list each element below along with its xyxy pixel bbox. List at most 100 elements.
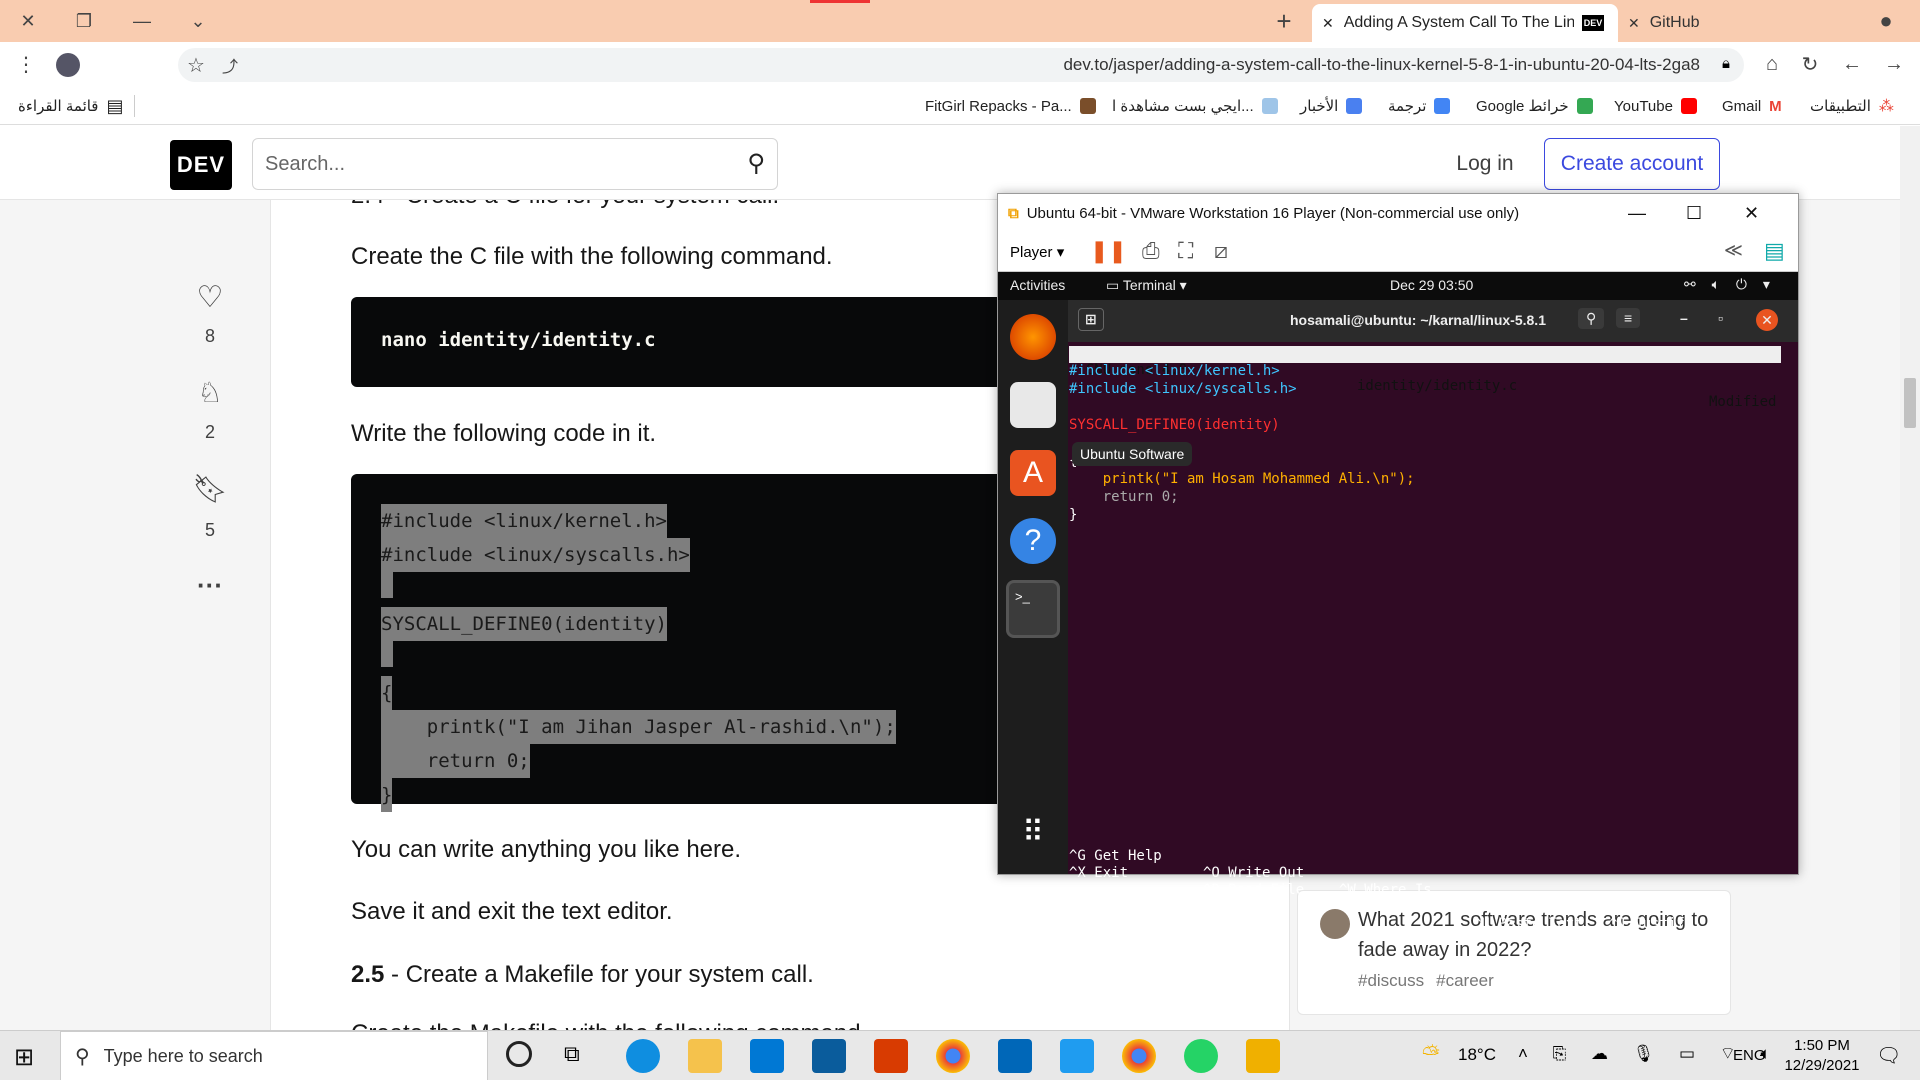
store-icon[interactable]: [998, 1039, 1032, 1073]
vmware-taskbar-icon[interactable]: [1246, 1039, 1280, 1073]
login-button[interactable]: Log in: [1440, 138, 1530, 190]
url-text[interactable]: dev.to/jasper/adding-a-system-call-to-th…: [1063, 55, 1700, 75]
bookmark-icon[interactable]: 🔖︎: [180, 472, 240, 505]
tab-adding-system-call[interactable]: ✕ Adding A System Call To The Lin DEV: [1312, 4, 1618, 42]
office-icon[interactable]: [874, 1039, 908, 1073]
chrome-icon[interactable]: [936, 1039, 970, 1073]
notifications-icon[interactable]: 🗨︎: [1876, 1043, 1901, 1068]
close-tab-icon[interactable]: ✕: [1322, 15, 1334, 32]
nano-line: SYSCALL_DEFINE0(identity): [1069, 417, 1280, 433]
close-tab-icon[interactable]: ✕: [1628, 15, 1640, 32]
reading-list-button[interactable]: قائمة القراءة ▤: [18, 87, 124, 125]
hamburger-menu-icon[interactable]: ≡: [1616, 308, 1641, 328]
bookmark-maps[interactable]: Google خرائط: [1476, 87, 1593, 125]
taskbar-search-input[interactable]: ⚲ Type here to search: [60, 1031, 488, 1080]
show-apps-grid-icon[interactable]: ⠿: [1010, 810, 1056, 856]
nano-editor[interactable]: GNU nano 4.8 identity/identity.c Modifie…: [1068, 342, 1798, 949]
dell-icon[interactable]: [812, 1039, 846, 1073]
unity-icon[interactable]: ⧄: [1214, 238, 1228, 264]
windows-start-icon[interactable]: ⊞: [14, 1043, 34, 1072]
paragraph-4: Save it and exit the text editor.: [351, 898, 673, 925]
more-options-icon[interactable]: ···: [180, 570, 240, 601]
taskbar-time[interactable]: 1:50 PM: [1782, 1037, 1862, 1054]
pause-icon[interactable]: ❚❚: [1090, 238, 1127, 264]
vmware-title-bar: ⧉ Ubuntu 64-bit - VMware Workstation 16 …: [998, 194, 1798, 232]
reload-icon[interactable]: ↻: [1792, 42, 1828, 87]
lock-icon[interactable]: 🔒︎: [1722, 55, 1730, 72]
whatsapp-icon[interactable]: [1184, 1039, 1218, 1073]
language-indicator[interactable]: ENG: [1733, 1047, 1766, 1064]
search-placeholder: Search...: [265, 152, 346, 175]
taskbar-date[interactable]: 12/29/2021: [1776, 1057, 1868, 1074]
activities-button[interactable]: Activities: [1010, 277, 1065, 293]
mail-icon[interactable]: [750, 1039, 784, 1073]
search-input[interactable]: Search... ⚲: [252, 138, 778, 190]
fullscreen-icon[interactable]: ⛶: [1178, 238, 1193, 264]
page-scrollbar[interactable]: [1900, 126, 1920, 1030]
help-icon[interactable]: ?: [1010, 518, 1056, 564]
bookmark-apps[interactable]: التطبيقات ⁂: [1810, 87, 1894, 125]
file-explorer-icon[interactable]: [688, 1039, 722, 1073]
search-icon[interactable]: ⚲: [747, 149, 765, 178]
bookmark-youtube[interactable]: YouTube: [1614, 87, 1697, 125]
new-tab-icon[interactable]: +: [1256, 0, 1312, 42]
profile-avatar[interactable]: [50, 42, 86, 87]
minimize-icon[interactable]: —: [1628, 203, 1646, 224]
dev-logo[interactable]: DEV: [170, 140, 232, 190]
maps-icon: [1576, 98, 1593, 114]
tab-github[interactable]: ✕ GitHub: [1618, 4, 1778, 42]
new-tab-icon[interactable]: ⊞: [1078, 308, 1104, 331]
bookmark-fitgirl[interactable]: FitGirl Repacks - Pa...: [925, 87, 1096, 125]
ubuntu-software-icon[interactable]: A: [1010, 450, 1056, 496]
minimize-window-icon[interactable]: —: [114, 0, 170, 42]
minimize-icon[interactable]: –: [1680, 310, 1688, 326]
firefox-icon[interactable]: [1010, 314, 1056, 360]
system-tray-icons[interactable]: ⚯ 🔈︎ ⏻ ▾: [1684, 276, 1776, 293]
vscode-icon[interactable]: [1060, 1039, 1094, 1073]
close-icon[interactable]: ✕: [1756, 309, 1778, 331]
player-menu[interactable]: Player ▾: [1010, 243, 1064, 261]
collapse-icon[interactable]: ≪: [1724, 240, 1743, 261]
tab-search-chevron-icon[interactable]: ⌄: [170, 0, 226, 42]
omnibox[interactable]: ☆ ⤴ dev.to/jasper/adding-a-system-call-t…: [178, 48, 1744, 82]
send-ctrl-alt-del-icon[interactable]: ⎙: [1142, 238, 1160, 264]
tag-discuss[interactable]: #discuss: [1358, 971, 1424, 991]
chrome-profile-icon[interactable]: [1122, 1039, 1156, 1073]
maximize-icon[interactable]: ☐: [1686, 203, 1702, 224]
back-icon[interactable]: ←: [1834, 42, 1870, 87]
notes-icon[interactable]: ▤: [1764, 238, 1785, 264]
bookmark-news[interactable]: الأخبار: [1300, 87, 1363, 125]
nano-header: GNU nano 4.8 identity/identity.c Modifie…: [1069, 346, 1781, 410]
clock[interactable]: Dec 29 03:50: [1390, 277, 1473, 293]
unicorn-icon[interactable]: ♘: [180, 376, 240, 409]
restore-window-icon[interactable]: ❐: [56, 0, 112, 42]
close-window-icon[interactable]: ✕: [0, 0, 56, 42]
youtube-icon: [1680, 98, 1697, 114]
cortana-icon[interactable]: [506, 1041, 532, 1067]
files-icon[interactable]: [1010, 382, 1056, 428]
shortcut: ^X Exit: [1069, 865, 1129, 881]
tag-career[interactable]: #career: [1436, 971, 1494, 991]
maximize-icon[interactable]: ▫: [1718, 310, 1723, 326]
close-icon[interactable]: ✕: [1744, 203, 1759, 224]
code-line: #include <linux/syscalls.h>: [381, 538, 690, 572]
share-icon[interactable]: ⤴: [212, 48, 248, 82]
scrollbar-thumb[interactable]: [1904, 378, 1916, 428]
bookmark-gmail[interactable]: Gmail M: [1722, 87, 1782, 125]
star-bookmark-icon[interactable]: ☆: [178, 48, 214, 82]
bookmark-egybest[interactable]: ايجي بست مشاهدة ا...: [1112, 87, 1278, 125]
create-account-button[interactable]: Create account: [1544, 138, 1720, 190]
weather-temp[interactable]: 18°C: [1458, 1045, 1496, 1065]
edge-icon[interactable]: [626, 1039, 660, 1073]
heart-icon[interactable]: ♡: [180, 280, 240, 315]
nano-shortcuts: ^G Get Help ^X Exit ^O Write Out ^R Read F…: [1069, 814, 1702, 949]
forward-icon[interactable]: →: [1876, 42, 1912, 87]
task-view-icon[interactable]: ⧉: [564, 1041, 580, 1067]
terminal-search-icon[interactable]: ⚲: [1578, 308, 1605, 329]
menu-dots-icon[interactable]: ⋮: [8, 42, 44, 87]
terminal-app-menu[interactable]: ▭ Terminal ▾: [1106, 277, 1187, 294]
home-icon[interactable]: ⌂: [1754, 42, 1790, 87]
weather-icon[interactable]: ⛅︎: [1422, 1041, 1440, 1067]
terminal-icon[interactable]: >_: [1006, 580, 1060, 638]
bookmark-translate[interactable]: ترجمة: [1388, 87, 1451, 125]
